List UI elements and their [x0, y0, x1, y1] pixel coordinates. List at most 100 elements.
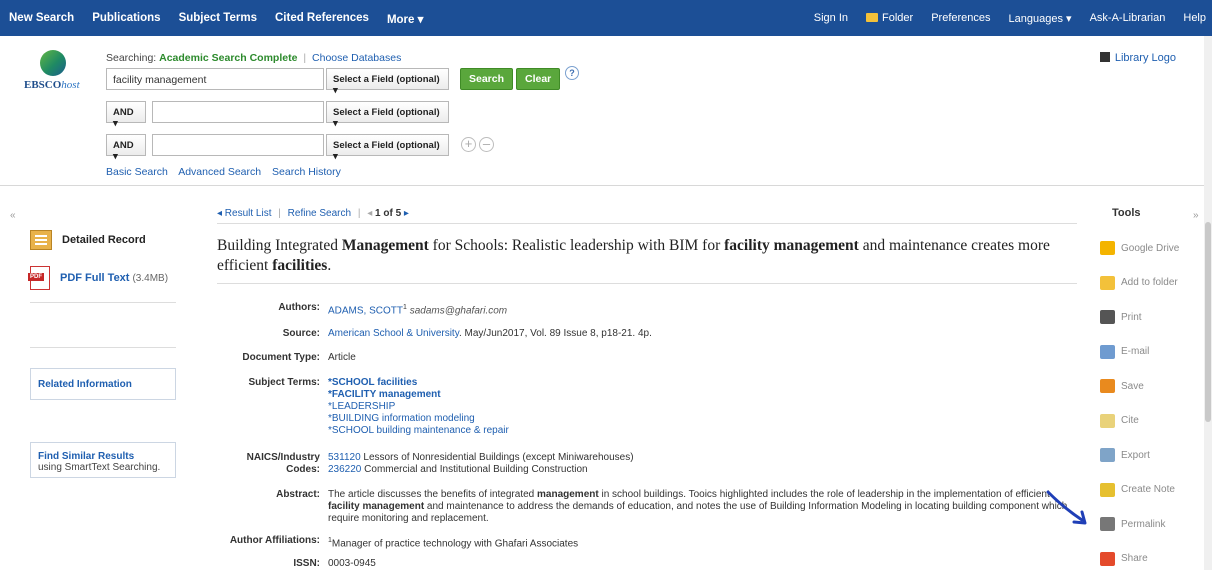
left-panel: Detailed Record PDF Full Text(3.4MB) [30, 230, 176, 308]
result-list-link[interactable]: ◂ Result List [217, 208, 271, 219]
subject-term-link[interactable]: *LEADERSHIP [328, 401, 1068, 413]
tool-label: Google Drive [1121, 243, 1179, 254]
tool-permalink[interactable]: Permalink [1100, 507, 1190, 542]
pdf-size: (3.4MB) [132, 273, 168, 284]
annotation-arrow [1044, 488, 1092, 530]
top-nav-right: Sign In Folder Preferences Languages ▾ A… [796, 12, 1206, 25]
tool-export[interactable]: Export [1100, 438, 1190, 473]
help-link[interactable]: Help [1183, 12, 1206, 25]
library-logo[interactable]: Library Logo [1100, 52, 1176, 64]
tool-save[interactable]: Save [1100, 369, 1190, 404]
next-result-icon[interactable]: ▸ [404, 208, 409, 219]
subject-terms-link[interactable]: Subject Terms [179, 12, 257, 26]
search-button[interactable]: Search [460, 68, 513, 90]
boolean-select-2[interactable]: AND ▾ [106, 101, 146, 123]
tool-add-to-folder[interactable]: Add to folder [1100, 266, 1190, 301]
naics-row: 531120 Lessors of Nonresidential Buildin… [328, 452, 1068, 464]
tool-create-note[interactable]: Create Note [1100, 473, 1190, 508]
languages-menu[interactable]: Languages ▾ [1009, 12, 1072, 25]
search-input-2[interactable] [152, 101, 324, 123]
searching-line: Searching: Academic Search Complete | Ch… [106, 52, 401, 64]
new-search-link[interactable]: New Search [9, 12, 74, 26]
field-select-3[interactable]: Select a Field (optional) ▾ [326, 134, 449, 156]
author-link[interactable]: ADAMS, SCOTT [328, 305, 403, 316]
search-history-link[interactable]: Search History [272, 166, 341, 178]
scrollbar-thumb[interactable] [1205, 222, 1211, 422]
cited-references-link[interactable]: Cited References [275, 12, 369, 26]
add-row-icon[interactable]: + [461, 137, 476, 152]
collapse-right-icon[interactable]: » [1193, 210, 1199, 221]
author-email: sadams@ghafari.com [410, 305, 507, 316]
export-icon [1100, 448, 1115, 462]
pdf-icon [30, 266, 50, 290]
folder-label: Folder [882, 12, 913, 24]
remove-row-icon[interactable]: – [479, 137, 494, 152]
tool-share[interactable]: Share [1100, 542, 1190, 576]
field-select-2[interactable]: Select a Field (optional) ▾ [326, 101, 449, 123]
author-superscript: 1 [403, 304, 407, 311]
share-icon [1100, 552, 1115, 566]
subject-term-link[interactable]: *SCHOOL building maintenance & repair [328, 425, 1068, 437]
collapse-left-icon[interactable]: « [10, 210, 16, 221]
abstract-text: The article discusses the benefits of in… [328, 489, 1068, 525]
ask-a-librarian-link[interactable]: Ask-A-Librarian [1090, 12, 1166, 25]
top-nav-left: New Search Publications Subject Terms Ci… [9, 12, 441, 26]
detailed-record-link[interactable]: Detailed Record [30, 230, 176, 250]
tool-print[interactable]: Print [1100, 300, 1190, 335]
refine-search-link[interactable]: Refine Search [288, 208, 351, 219]
tool-e-mail[interactable]: E-mail [1100, 335, 1190, 370]
result-navigation: ◂ Result List | Refine Search | ◂ 1 of 5… [217, 208, 409, 219]
detailed-record-icon [30, 230, 52, 250]
tools-header: Tools [1100, 207, 1190, 219]
printer-icon [1100, 310, 1115, 324]
clear-button[interactable]: Clear [516, 68, 560, 90]
naics-description: Commercial and Institutional Building Co… [364, 464, 587, 475]
naics-code-link[interactable]: 531120 [328, 452, 361, 463]
tool-cite[interactable]: Cite [1100, 404, 1190, 439]
choose-databases-link[interactable]: Choose Databases [312, 52, 401, 64]
find-similar-title[interactable]: Find Similar Results [38, 451, 168, 462]
publications-link[interactable]: Publications [92, 12, 160, 26]
boolean-select-3[interactable]: AND ▾ [106, 134, 146, 156]
basic-search-link[interactable]: Basic Search [106, 166, 168, 178]
issn-value: 0003-0945 [328, 558, 1068, 570]
library-logo-icon [1100, 52, 1110, 62]
naics-code-link[interactable]: 236220 [328, 464, 361, 475]
previous-result-icon[interactable]: ◂ [367, 208, 372, 219]
author-affiliation-value: Manager of practice technology with Ghaf… [332, 538, 578, 549]
pdf-full-text-link[interactable]: PDF Full Text(3.4MB) [30, 266, 176, 290]
subject-term-link[interactable]: *SCHOOL facilities [328, 377, 1068, 389]
subject-term-link[interactable]: *FACILITY management [328, 389, 1068, 401]
record-title: Building Integrated Management for Schoo… [217, 236, 1057, 276]
tool-label: Print [1121, 312, 1142, 323]
related-information-label: Related Information [38, 379, 168, 390]
ebscohost-logo[interactable]: EBSCOhost [24, 50, 94, 91]
related-information-box[interactable]: Related Information [30, 368, 176, 400]
document-type-value: Article [328, 352, 1068, 364]
search-mode-links: Basic Search Advanced Search Search Hist… [106, 166, 349, 178]
tool-label: Export [1121, 450, 1150, 461]
detailed-record-label: Detailed Record [62, 234, 146, 246]
more-menu[interactable]: More ▾ [387, 12, 423, 26]
result-position: 1 of 5 [375, 208, 401, 219]
tool-google-drive[interactable]: Google Drive [1100, 231, 1190, 266]
divider [217, 223, 1077, 224]
source-link[interactable]: American School & University [328, 328, 459, 339]
field-select-1[interactable]: Select a Field (optional) ▾ [326, 68, 449, 90]
email-icon [1100, 345, 1115, 359]
preferences-link[interactable]: Preferences [931, 12, 990, 25]
folder-link[interactable]: Folder [866, 12, 913, 25]
tool-label: Save [1121, 381, 1144, 392]
find-similar-box[interactable]: Find Similar Results using SmartText Sea… [30, 442, 176, 478]
naics-row: 236220 Commercial and Institutional Buil… [328, 464, 1068, 476]
advanced-search-link[interactable]: Advanced Search [178, 166, 261, 178]
source-details: . May/Jun2017, Vol. 89 Issue 8, p18-21. … [459, 328, 652, 339]
subject-term-link[interactable]: *BUILDING information modeling [328, 413, 1068, 425]
search-input-3[interactable] [152, 134, 324, 156]
search-input-1[interactable]: facility management [106, 68, 324, 90]
tool-label: Add to folder [1121, 277, 1178, 288]
page-scrollbar[interactable] [1204, 36, 1212, 570]
divider [217, 283, 1077, 284]
help-icon[interactable]: ? [565, 66, 579, 80]
sign-in-link[interactable]: Sign In [814, 12, 848, 25]
